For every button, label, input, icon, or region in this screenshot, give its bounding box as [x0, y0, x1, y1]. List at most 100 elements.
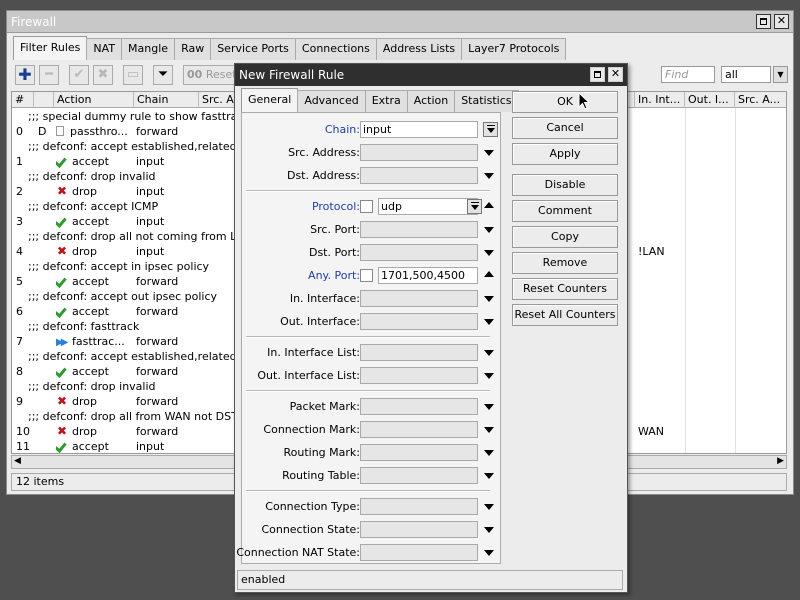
tab-extra[interactable]: Extra	[364, 90, 408, 112]
chevron-down-icon[interactable]	[484, 501, 494, 511]
enable-button[interactable]: ✔	[69, 65, 89, 85]
col-flag[interactable]	[34, 92, 54, 108]
tab-connections[interactable]: Connections	[294, 38, 377, 60]
connection-state-field[interactable]	[360, 521, 478, 538]
any-port-negate-checkbox[interactable]	[360, 269, 373, 282]
chain-field[interactable]: input	[360, 121, 478, 138]
in-interface-label: In. Interface:	[289, 292, 360, 305]
col-in-interface[interactable]: In. Int...	[635, 92, 685, 108]
tab-advanced[interactable]: Advanced	[297, 90, 366, 112]
chevron-up-icon[interactable]	[484, 201, 494, 211]
in-interface-list-field[interactable]	[360, 344, 478, 361]
reset-counters-button[interactable]: Reset Counters	[512, 278, 618, 300]
rule-action-label: accept	[72, 155, 109, 168]
out-interface-list-field[interactable]	[360, 367, 478, 384]
copy-button[interactable]: Copy	[512, 226, 618, 248]
reset-counters-button[interactable]: 00 Reset C	[183, 65, 239, 85]
dst-address-field[interactable]	[360, 167, 478, 184]
rule-action-label: accept	[72, 215, 109, 228]
ok-button[interactable]: OK	[512, 91, 618, 113]
reset-all-counters-button[interactable]: Reset All Counters	[512, 304, 618, 326]
rule-number: 8	[16, 365, 23, 378]
dialog-maximize-button[interactable]	[590, 67, 605, 82]
chevron-down-icon[interactable]	[484, 470, 494, 480]
close-button[interactable]: ✕	[774, 14, 789, 29]
src-address-field[interactable]	[360, 144, 478, 161]
fasttrack-icon: ▶▶	[56, 337, 68, 348]
find-input[interactable]: Find	[661, 66, 715, 83]
rule-chain: input	[136, 185, 165, 198]
scroll-right-icon[interactable]: ▶	[777, 456, 784, 466]
dialog-titlebar[interactable]: New Firewall Rule ✕	[235, 64, 627, 86]
chevron-down-icon[interactable]	[484, 170, 494, 180]
routing-table-field[interactable]	[360, 467, 478, 484]
tab-statistics[interactable]: Statistics	[454, 90, 519, 112]
chevron-up-icon[interactable]	[484, 270, 494, 280]
rule-action-label: accept	[72, 275, 109, 288]
disable-button[interactable]: Disable	[512, 174, 618, 196]
tab-raw[interactable]: Raw	[174, 38, 212, 60]
routing-mark-field[interactable]	[360, 444, 478, 461]
col-chain[interactable]: Chain	[134, 92, 199, 108]
dialog-close-button[interactable]: ✕	[608, 67, 623, 82]
rule-action: ✖ drop	[56, 244, 134, 259]
connection-type-field[interactable]	[360, 498, 478, 515]
rule-action-label: drop	[72, 425, 97, 438]
tab-filter-rules[interactable]: Filter Rules	[13, 36, 88, 60]
chevron-down-icon[interactable]	[484, 247, 494, 257]
chevron-down-icon[interactable]	[484, 293, 494, 303]
chevron-down-icon[interactable]	[484, 147, 494, 157]
protocol-field[interactable]: udp	[378, 198, 478, 215]
protocol-negate-checkbox[interactable]	[360, 200, 373, 213]
tab-nat[interactable]: NAT	[86, 38, 123, 60]
tab-action[interactable]: Action	[406, 90, 456, 112]
connection-mark-field[interactable]	[360, 421, 478, 438]
chevron-down-icon[interactable]	[484, 224, 494, 234]
col-action[interactable]: Action	[54, 92, 134, 108]
tab-address-lists[interactable]: Address Lists	[375, 38, 463, 60]
chevron-down-icon[interactable]: ▼	[773, 66, 788, 83]
dst-port-field[interactable]	[360, 244, 478, 261]
chevron-down-icon[interactable]	[484, 370, 494, 380]
window-title: Firewall	[11, 15, 57, 29]
chain-dropdown-icon[interactable]	[483, 122, 498, 137]
col-out-interface[interactable]: Out. I...	[685, 92, 735, 108]
rule-action-label: drop	[72, 185, 97, 198]
chevron-down-icon[interactable]	[484, 424, 494, 434]
scroll-left-icon[interactable]: ◀	[14, 456, 21, 466]
protocol-dropdown-icon[interactable]	[467, 199, 482, 214]
chevron-down-icon[interactable]	[484, 347, 494, 357]
dialog-tabs: General Advanced Extra Action Statistics	[241, 88, 519, 112]
remove-button[interactable]: Remove	[512, 252, 618, 274]
filter-button[interactable]: ⏷	[153, 65, 173, 85]
chevron-down-icon[interactable]	[484, 401, 494, 411]
in-interface-field[interactable]	[360, 290, 478, 307]
chevron-down-icon[interactable]	[484, 447, 494, 457]
tab-layer7-protocols[interactable]: Layer7 Protocols	[461, 38, 567, 60]
filter-select[interactable]: all	[721, 66, 771, 83]
connection-nat-state-field[interactable]	[360, 544, 478, 561]
firewall-titlebar[interactable]: Firewall ✕	[7, 11, 793, 33]
chevron-down-icon[interactable]	[484, 316, 494, 326]
maximize-button[interactable]	[756, 14, 771, 29]
tab-general[interactable]: General	[241, 88, 299, 112]
any-port-field[interactable]: 1701,500,4500	[378, 267, 478, 284]
tab-mangle[interactable]: Mangle	[121, 38, 176, 60]
cancel-button[interactable]: Cancel	[512, 117, 618, 139]
col-src-address-list[interactable]: Src. A...	[735, 92, 786, 108]
comment-button[interactable]: ▭	[123, 65, 143, 85]
passthrough-doc-icon	[56, 126, 64, 136]
chevron-down-icon[interactable]	[484, 524, 494, 534]
out-interface-field[interactable]	[360, 313, 478, 330]
col-num[interactable]: #	[12, 92, 34, 108]
connection-nat-state-label: Connection NAT State:	[236, 546, 360, 559]
remove-button[interactable]: ━	[39, 65, 59, 85]
add-button[interactable]: ✚	[15, 65, 35, 85]
chevron-down-icon[interactable]	[484, 547, 494, 557]
disable-button[interactable]: ✖	[93, 65, 113, 85]
packet-mark-field[interactable]	[360, 398, 478, 415]
apply-button[interactable]: Apply	[512, 143, 618, 165]
src-port-field[interactable]	[360, 221, 478, 238]
comment-button[interactable]: Comment	[512, 200, 618, 222]
tab-service-ports[interactable]: Service Ports	[210, 38, 296, 60]
